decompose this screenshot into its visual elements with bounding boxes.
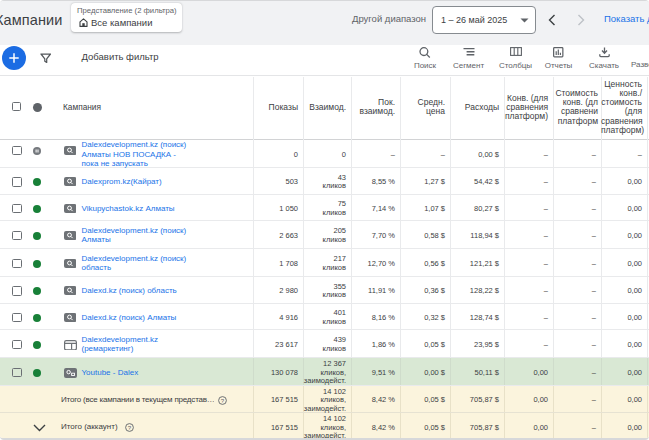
svg-text:?: ? bbox=[127, 425, 131, 431]
svg-text:?: ? bbox=[221, 397, 225, 403]
